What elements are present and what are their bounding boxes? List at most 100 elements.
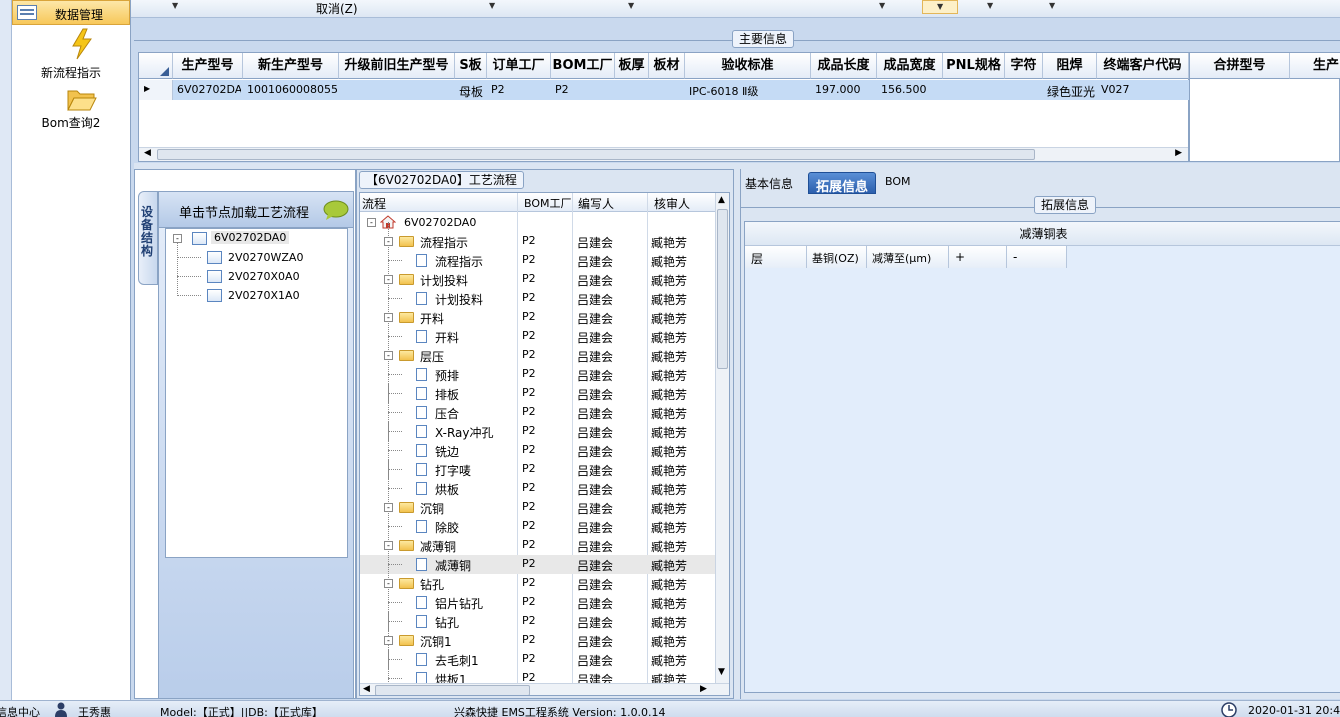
chevron-down-icon[interactable]: ▼ [172, 1, 178, 10]
collapse-icon[interactable]: - [384, 351, 393, 360]
nav-item-new-flow[interactable]: 新流程指示 [12, 28, 130, 84]
column-header[interactable]: 核审人 [654, 195, 690, 212]
nav-group-header[interactable]: 数据管理 [12, 0, 130, 25]
column-header[interactable]: 层 [745, 246, 807, 268]
column-header[interactable]: 板厚 [615, 53, 649, 79]
chevron-down-icon[interactable]: ▼ [987, 1, 993, 10]
table-cell[interactable]: V027 [1101, 83, 1187, 96]
column-header[interactable]: PNL规格 [943, 53, 1005, 79]
column-header[interactable]: - [1007, 246, 1067, 268]
process-row[interactable]: 除胶 P2 吕建会 臧艳芳 [360, 517, 715, 536]
tree-header[interactable]: 单击节点加载工艺流程 [159, 192, 353, 228]
column-header[interactable]: 基铜(OZ) [807, 246, 867, 268]
tab-basic-info[interactable]: 基本信息 [745, 175, 793, 192]
table-cell[interactable]: 197.000 [815, 83, 875, 96]
process-row[interactable]: - 减薄铜 P2 吕建会 臧艳芳 [360, 536, 715, 555]
process-row[interactable]: 烘板 P2 吕建会 臧艳芳 [360, 479, 715, 498]
column-header[interactable]: S板 [455, 53, 487, 79]
scroll-thumb[interactable] [717, 209, 728, 369]
column-header[interactable]: 成品宽度 [877, 53, 943, 79]
table-cell[interactable]: P2 [555, 83, 613, 96]
column-header[interactable]: 字符 [1005, 53, 1043, 79]
table-cell[interactable]: 绿色亚光 [1047, 83, 1095, 100]
process-row[interactable]: 减薄铜 P2 吕建会 臧艳芳 [360, 555, 715, 574]
tree-node[interactable]: 2V0270X0A0 [228, 270, 300, 283]
column-header[interactable]: + [949, 246, 1007, 268]
chevron-down-icon[interactable]: ▼ [628, 1, 634, 10]
process-row[interactable]: 计划投料 P2 吕建会 臧艳芳 [360, 289, 715, 308]
column-header[interactable]: 流程 [362, 195, 386, 212]
process-row[interactable]: 流程指示 P2 吕建会 臧艳芳 [360, 251, 715, 270]
chevron-down-icon[interactable]: ▼ [1049, 1, 1055, 10]
tab-bom[interactable]: BOM [885, 175, 911, 188]
column-header[interactable]: 生产型号 [173, 53, 243, 79]
collapse-icon[interactable]: - [367, 218, 376, 227]
collapse-icon[interactable]: - [384, 541, 393, 550]
column-header[interactable]: 新生产型号 [243, 53, 339, 79]
process-row[interactable]: - 流程指示 P2 吕建会 臧艳芳 [360, 232, 715, 251]
column-header[interactable]: 合拼型号 [1190, 53, 1290, 79]
process-row[interactable]: 压合 P2 吕建会 臧艳芳 [360, 403, 715, 422]
process-row[interactable]: 钻孔 P2 吕建会 臧艳芳 [360, 612, 715, 631]
column-header[interactable]: 成品长度 [811, 53, 877, 79]
collapse-icon[interactable]: - [384, 313, 393, 322]
scroll-right-icon[interactable]: ▶ [1175, 148, 1182, 158]
process-row[interactable]: 去毛刺1 P2 吕建会 臧艳芳 [360, 650, 715, 669]
collapse-icon[interactable]: - [384, 636, 393, 645]
tree-root-node[interactable]: 6V02702DA0 [211, 231, 290, 244]
column-header[interactable]: 订单工厂 [487, 53, 551, 79]
collapse-icon[interactable]: - [384, 275, 393, 284]
table-cell[interactable]: 6V02702DA0 [177, 83, 241, 96]
collapse-icon[interactable]: - [384, 579, 393, 588]
column-header[interactable]: 阻焊 [1043, 53, 1097, 79]
column-header[interactable]: 生产 [1290, 53, 1340, 79]
column-header[interactable]: 验收标准 [685, 53, 811, 79]
collapse-icon[interactable]: - [384, 237, 393, 246]
scroll-thumb[interactable] [375, 685, 530, 695]
process-row[interactable]: 铣边 P2 吕建会 臧艳芳 [360, 441, 715, 460]
cancel-button[interactable]: 取消(Z) [316, 0, 358, 17]
process-row[interactable]: 铝片钻孔 P2 吕建会 臧艳芳 [360, 593, 715, 612]
table-cell[interactable]: 156.500 [881, 83, 941, 96]
table-cell[interactable]: 10010600080555 [247, 83, 337, 96]
scroll-left-icon[interactable]: ◀ [363, 684, 370, 694]
process-row[interactable]: 排板 P2 吕建会 臧艳芳 [360, 384, 715, 403]
nav-item-bom-query[interactable]: Bom查询2 [12, 84, 130, 140]
process-row[interactable]: 打字唛 P2 吕建会 臧艳芳 [360, 460, 715, 479]
column-header[interactable]: 终端客户代码 [1097, 53, 1189, 79]
dropdown-button[interactable]: ▼ [922, 0, 958, 14]
process-row[interactable]: 开料 P2 吕建会 臧艳芳 [360, 327, 715, 346]
tab-extended-info[interactable]: 拓展信息 [808, 172, 876, 195]
scroll-down-icon[interactable]: ▼ [718, 667, 725, 677]
table-row[interactable]: 6V02702DA0 10010600080555 母板 P2 P2 IPC-6018 Ⅱ… [173, 80, 1189, 100]
table-cell[interactable]: IPC-6018 Ⅱ级 [689, 83, 809, 99]
column-header[interactable]: BOM工厂 [524, 195, 572, 211]
process-row[interactable]: - 层压 P2 吕建会 臧艳芳 [360, 346, 715, 365]
vertical-scrollbar[interactable]: ▲ ▼ [715, 193, 729, 683]
horizontal-scrollbar[interactable]: ◀ ▶ [360, 683, 729, 695]
scroll-up-icon[interactable]: ▲ [718, 195, 725, 205]
column-header[interactable]: 减薄至(μm) [867, 246, 949, 268]
tree-node[interactable]: 2V0270X1A0 [228, 289, 300, 302]
chevron-down-icon[interactable]: ▼ [489, 1, 495, 10]
process-row[interactable]: - 沉铜 P2 吕建会 臧艳芳 [360, 498, 715, 517]
table-cell[interactable]: P2 [491, 83, 549, 96]
process-row[interactable]: - 开料 P2 吕建会 臧艳芳 [360, 308, 715, 327]
scroll-right-icon[interactable]: ▶ [700, 684, 707, 694]
process-root-row[interactable]: - 6V02702DA0 [360, 213, 717, 232]
column-header[interactable]: 板材 [649, 53, 685, 79]
scroll-thumb[interactable] [157, 149, 1035, 160]
tab-equipment-structure[interactable]: 设备结构 [138, 191, 158, 285]
process-row[interactable]: - 计划投料 P2 吕建会 臧艳芳 [360, 270, 715, 289]
column-header[interactable]: 升级前旧生产型号 [339, 53, 455, 79]
horizontal-scrollbar[interactable]: ◀ ▶ [139, 147, 1188, 161]
tree-node[interactable]: 2V0270WZA0 [228, 251, 303, 264]
column-header[interactable]: BOM工厂 [551, 53, 615, 79]
collapse-icon[interactable]: - [384, 503, 393, 512]
table-cell[interactable]: 母板 [459, 83, 485, 100]
process-row[interactable]: - 沉铜1 P2 吕建会 臧艳芳 [360, 631, 715, 650]
process-row[interactable]: 预排 P2 吕建会 臧艳芳 [360, 365, 715, 384]
process-row[interactable]: - 钻孔 P2 吕建会 臧艳芳 [360, 574, 715, 593]
scroll-left-icon[interactable]: ◀ [144, 148, 151, 158]
chevron-down-icon[interactable]: ▼ [879, 1, 885, 10]
